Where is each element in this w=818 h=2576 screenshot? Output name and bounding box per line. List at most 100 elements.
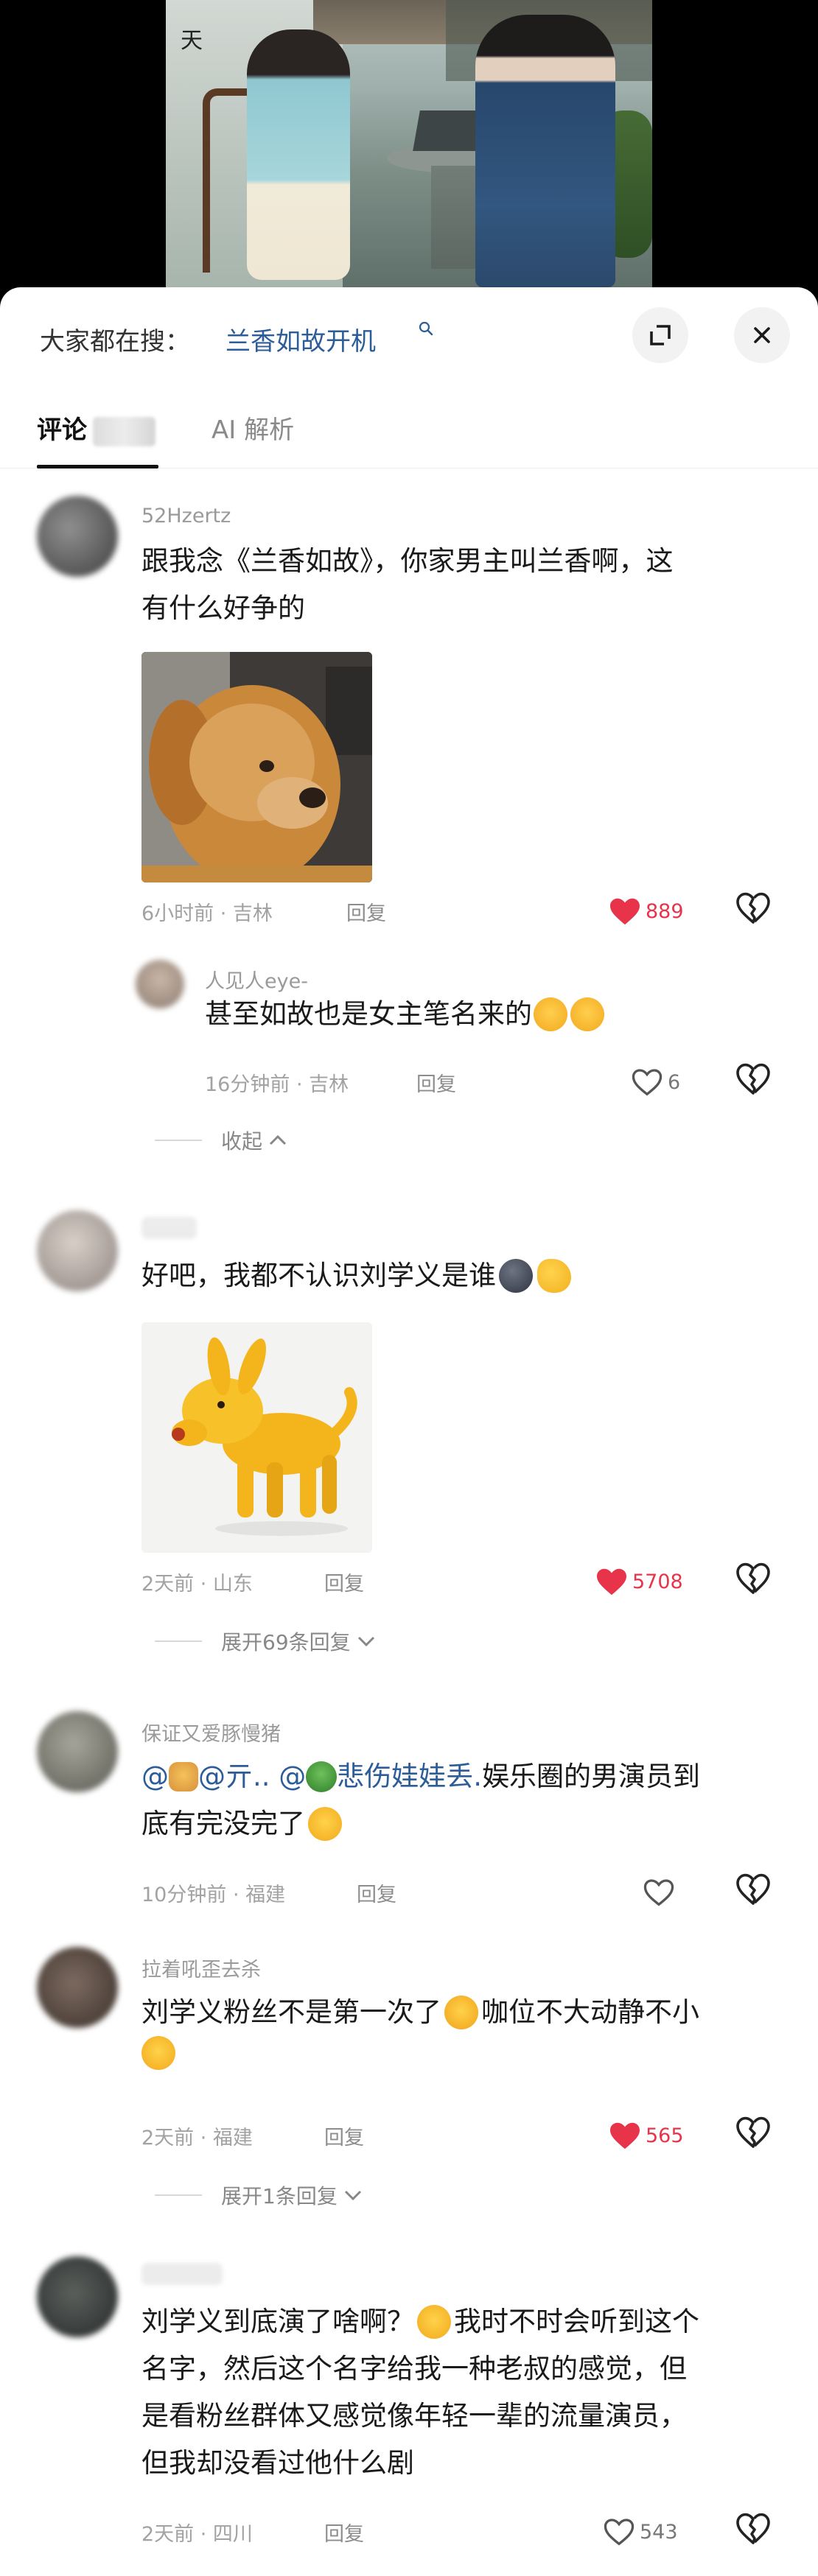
reply-button[interactable]: 回复 (357, 1878, 396, 1907)
like-button[interactable]: 565 (609, 2117, 684, 2154)
mention-link[interactable]: @ (141, 1753, 169, 1800)
comment-text: @ @亓.. @ 悲伤娃娃丢. 娱乐圈的男演员到 底有完没完了 (141, 1753, 790, 1847)
comment-image-yellow-dog[interactable] (141, 1322, 372, 1553)
like-count: 543 (640, 2520, 678, 2544)
reply-button[interactable]: 回复 (416, 1068, 456, 1097)
mention-link[interactable]: 悲伤娃娃丢. (337, 1753, 482, 1800)
pancake-emoji-icon (169, 1762, 198, 1791)
avatar[interactable] (37, 1947, 118, 2028)
comment-meta: 2天前 · 山东 (141, 1573, 253, 1596)
comment-text-row: @ @亓.. @ 悲伤娃娃丢. 娱乐圈的男演员到 (141, 1753, 790, 1800)
video-title-char: 天 (181, 28, 203, 54)
comment-count-blurred (93, 416, 155, 446)
tab-ai-analysis[interactable]: AI 解析 (212, 398, 294, 468)
crying-laughing-emoji-icon (308, 1807, 342, 1841)
chevron-down-icon (344, 2190, 361, 2201)
divider-dash (155, 1640, 202, 1642)
tab-active-underline (37, 465, 158, 468)
comment-meta: 16分钟前 · 吉林 (205, 1073, 349, 1096)
divider-dash (155, 1140, 202, 1141)
broken-heart-icon[interactable] (735, 2512, 771, 2547)
golden-dog-illustration (141, 652, 372, 882)
comment-text: 好吧，我都不认识刘学义是谁 (141, 1252, 790, 1299)
avatar[interactable] (37, 1210, 118, 1291)
comment-username[interactable]: 拉着吼歪去杀 (141, 1954, 261, 1982)
comment-username[interactable]: 人见人eye- (205, 965, 308, 994)
heart-filled-icon (610, 898, 640, 925)
comment-text-line: 刘学义到底演了啥啊？ (141, 2306, 414, 2337)
comment-text-row (141, 2036, 790, 2070)
video-frame: 天 (166, 0, 652, 287)
broken-heart-icon[interactable] (735, 891, 771, 927)
search-suggestion-row[interactable]: 大家都在搜： 兰香如故开机 (0, 287, 818, 383)
like-count: 5708 (632, 1570, 683, 1593)
comment-text-line: 跟我念《兰香如故》，你家男主叫兰香啊，这 (141, 545, 674, 577)
reply-button[interactable]: 回复 (324, 2518, 364, 2547)
broken-heart-icon[interactable] (735, 1873, 771, 1908)
search-icon (419, 321, 433, 336)
comment-meta: 2天前 · 四川 (141, 2523, 253, 2546)
reply-button[interactable]: 回复 (324, 1568, 364, 1596)
expand-label: 展开69条回复 (221, 1630, 351, 1654)
expand-icon (650, 325, 671, 345)
comment-username-blurred[interactable] (141, 1217, 197, 1239)
comment-username-blurred[interactable] (141, 2263, 223, 2285)
expand-replies-button[interactable]: 展开1条回复 (155, 2180, 364, 2210)
video-actress (247, 29, 350, 280)
broken-heart-icon[interactable] (735, 1562, 771, 1597)
comment-text-row: 刘学义粉丝不是第一次了 咖位不大动静不小 (141, 1989, 790, 2036)
comment-text-row: 刘学义到底演了啥啊？ 我时不时会听到这个 (141, 2298, 805, 2345)
heart-filled-icon (597, 1568, 626, 1596)
comment-text-line: 但我却没看过他什么剧 (141, 2447, 414, 2479)
dark-face-emoji-icon (499, 1259, 533, 1293)
crying-emoji-icon (141, 2036, 175, 2070)
comment-text-line: 是看粉丝群体又感觉像年轻一辈的流量演员， (141, 2400, 687, 2432)
heart-outline-icon (604, 2519, 635, 2546)
comment-text-line: 刘学义粉丝不是第一次了 (141, 1996, 441, 2028)
hug-emoji-icon (534, 997, 567, 1031)
like-count: 889 (646, 899, 684, 923)
avatar[interactable] (37, 1711, 118, 1792)
comment-username[interactable]: 保证又爱豚慢猪 (141, 1718, 281, 1747)
broccoli-emoji-icon (306, 1761, 338, 1792)
avatar[interactable] (37, 496, 118, 577)
strong-arm-emoji-icon (537, 1259, 571, 1293)
avatar[interactable] (37, 2256, 118, 2337)
video-actor (475, 15, 615, 287)
like-button[interactable]: 889 (609, 893, 684, 930)
search-label: 大家都在搜： (40, 327, 190, 357)
comment-text-line: 甚至如故也是女主笔名来的 (205, 998, 532, 1030)
reply-button[interactable]: 回复 (324, 2121, 364, 2150)
heart-filled-icon (610, 2122, 640, 2149)
comment-text-line: 底有完没完了 (141, 1808, 305, 1839)
like-count: 6 (668, 1070, 681, 1094)
like-button[interactable]: 6 (631, 1064, 680, 1101)
avatar[interactable] (136, 960, 184, 1008)
broken-heart-icon[interactable] (735, 2116, 771, 2151)
like-button[interactable]: 5708 (595, 1563, 683, 1600)
like-button[interactable] (643, 1874, 675, 1911)
collapse-replies-button[interactable]: 收起 (155, 1126, 289, 1155)
sweating-emoji-icon (444, 1996, 478, 2029)
mention-link[interactable]: @亓.. @ (198, 1753, 306, 1800)
expand-replies-button[interactable]: 展开69条回复 (155, 1626, 377, 1656)
comment-text-line: 咖位不大动静不小 (481, 1996, 699, 2028)
broken-heart-icon[interactable] (735, 1062, 771, 1098)
hug-emoji-icon (570, 997, 604, 1031)
comment-text-line: 好吧，我都不认识刘学义是谁 (141, 1260, 496, 1291)
tab-comments-label: 评论 (37, 415, 87, 445)
divider-dash (155, 2194, 202, 2196)
close-icon (754, 327, 770, 343)
search-query-link[interactable]: 兰香如故开机 (226, 321, 376, 357)
video-player[interactable]: 天 (0, 0, 818, 287)
close-button[interactable] (734, 307, 790, 363)
reply-button[interactable]: 回复 (346, 897, 386, 926)
comment-text: 甚至如故也是女主笔名来的 (205, 991, 794, 1038)
comment-image-golden-dog[interactable] (141, 652, 372, 882)
expand-label: 展开1条回复 (221, 2184, 338, 2208)
expand-button[interactable] (632, 307, 688, 363)
tab-comments[interactable]: 评论 (37, 398, 158, 468)
comment-meta: 2天前 · 福建 (141, 2127, 253, 2149)
comment-username[interactable]: 52Hzertz (141, 505, 231, 527)
like-button[interactable]: 543 (603, 2513, 678, 2550)
